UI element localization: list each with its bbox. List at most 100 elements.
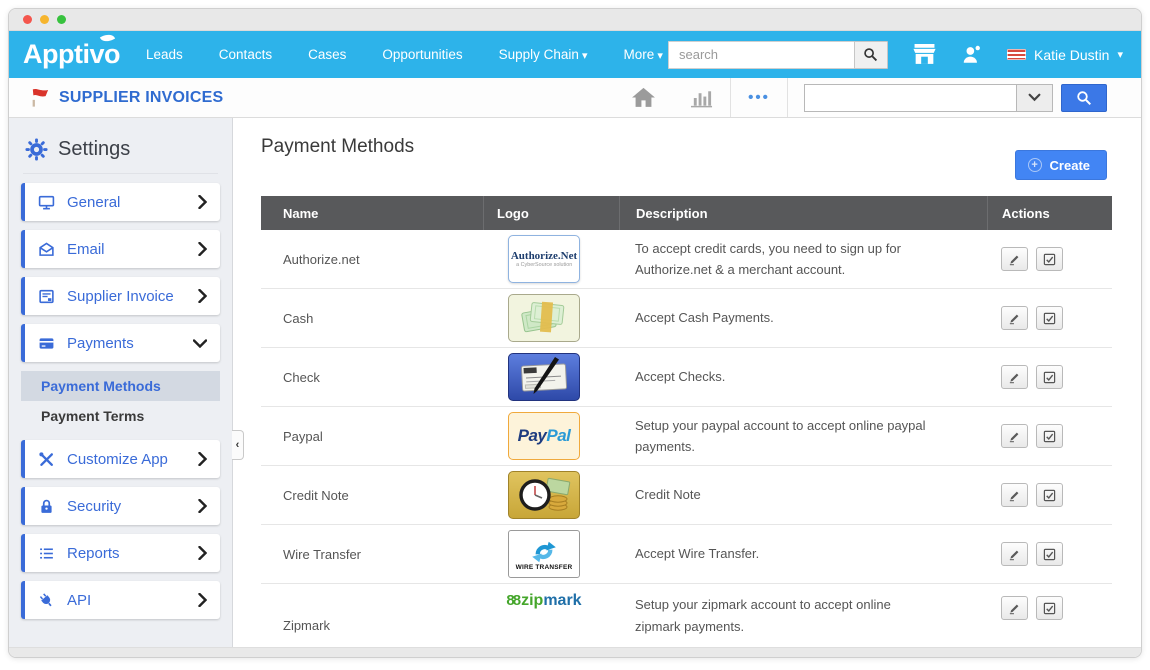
- top-navbar: Apptivo Leads Contacts Cases Opportuniti…: [9, 31, 1141, 78]
- monitor-icon: [38, 194, 55, 211]
- red-flag-icon: [29, 87, 50, 109]
- payment-description: Credit Note: [619, 484, 987, 505]
- search-icon: [863, 47, 878, 62]
- tools-icon: [38, 451, 55, 468]
- toggle-enabled-button[interactable]: [1036, 365, 1063, 389]
- toggle-enabled-button[interactable]: [1036, 483, 1063, 507]
- user-management-button[interactable]: [961, 44, 983, 65]
- edit-button[interactable]: [1001, 596, 1028, 620]
- sidebar-item-label: Customize App: [67, 451, 168, 468]
- apptivo-logo[interactable]: Apptivo: [23, 39, 120, 70]
- toggle-enabled-button[interactable]: [1036, 596, 1063, 620]
- logo-text: Pal: [546, 426, 570, 445]
- checkbox-checked-icon: [1043, 253, 1056, 266]
- user-menu[interactable]: Katie Dustin: [1007, 47, 1123, 63]
- main-content: Payment Methods + Create Name Logo Descr…: [233, 118, 1141, 647]
- sidebar-item-email[interactable]: Email: [21, 230, 220, 268]
- zoom-window-button[interactable]: [57, 15, 66, 24]
- nav-item-supply-chain[interactable]: Supply Chain: [499, 47, 588, 62]
- sidebar-item-label: API: [67, 592, 91, 609]
- sidebar-item-api[interactable]: API: [21, 581, 220, 619]
- sidebar-subitem-payment-terms[interactable]: Payment Terms: [9, 401, 232, 431]
- edit-button[interactable]: [1001, 247, 1028, 271]
- sidebar-item-label: General: [67, 194, 120, 211]
- payment-description: Accept Checks.: [619, 366, 987, 387]
- wire-transfer-logo: WIRE TRANSFER: [508, 530, 580, 578]
- app-search: [804, 84, 1053, 112]
- sidebar-item-security[interactable]: Security: [21, 487, 220, 525]
- search-filter-dropdown[interactable]: [1016, 84, 1053, 112]
- app-store-button[interactable]: [912, 44, 937, 65]
- app-search-button[interactable]: [1061, 84, 1107, 112]
- nav-item-contacts[interactable]: Contacts: [219, 47, 272, 62]
- reports-chart-button[interactable]: [673, 78, 730, 117]
- payment-logo-cell: [483, 471, 619, 519]
- payment-methods-table: Name Logo Description Actions Authorize.…: [261, 196, 1112, 647]
- sidebar-item-payments[interactable]: Payments: [21, 324, 220, 362]
- payment-logo-cell: PayPal: [483, 412, 619, 460]
- invoice-icon: [38, 288, 55, 305]
- global-search: [668, 41, 888, 69]
- nav-item-more[interactable]: More: [624, 47, 663, 62]
- sidebar-collapse-handle[interactable]: ‹: [232, 430, 244, 460]
- main-menu: Leads Contacts Cases Opportunities Suppl…: [146, 47, 663, 62]
- sidebar-item-supplier-invoice[interactable]: Supplier Invoice: [21, 277, 220, 315]
- chevron-right-icon: [198, 242, 207, 256]
- checkbox-checked-icon: [1043, 430, 1056, 443]
- check-logo: [508, 353, 580, 401]
- user-name: Katie Dustin: [1034, 47, 1109, 63]
- global-search-input[interactable]: [668, 41, 854, 69]
- row-actions: [987, 247, 1112, 271]
- user-icon: [961, 44, 983, 65]
- nav-item-cases[interactable]: Cases: [308, 47, 346, 62]
- settings-title: Settings: [58, 138, 130, 161]
- close-window-button[interactable]: [23, 15, 32, 24]
- nav-item-opportunities[interactable]: Opportunities: [382, 47, 462, 62]
- chevron-right-icon: [198, 195, 207, 209]
- column-header-name: Name: [261, 196, 483, 230]
- edit-button[interactable]: [1001, 483, 1028, 507]
- edit-button[interactable]: [1001, 365, 1028, 389]
- zipmark-logo: 88 zip mark: [506, 592, 581, 610]
- create-button[interactable]: + Create: [1015, 150, 1107, 180]
- app-search-input[interactable]: [804, 84, 1016, 112]
- home-icon: [631, 87, 656, 108]
- home-button[interactable]: [614, 78, 673, 117]
- column-header-logo: Logo: [483, 196, 619, 230]
- payment-description: Setup your paypal account to accept onli…: [619, 415, 987, 458]
- logo-text: mark: [543, 592, 581, 610]
- toggle-enabled-button[interactable]: [1036, 424, 1063, 448]
- toggle-enabled-button[interactable]: [1036, 247, 1063, 271]
- chevron-right-icon: [198, 593, 207, 607]
- table-row: Credit Note Credit Note: [261, 466, 1112, 525]
- sidebar-item-general[interactable]: General: [21, 183, 220, 221]
- envelope-icon: [38, 241, 55, 258]
- global-search-button[interactable]: [854, 41, 888, 69]
- edit-button[interactable]: [1001, 542, 1028, 566]
- edit-button[interactable]: [1001, 306, 1028, 330]
- logo-glyph: 88: [506, 592, 519, 609]
- logo-caption: WIRE TRANSFER: [516, 564, 573, 571]
- toggle-enabled-button[interactable]: [1036, 306, 1063, 330]
- payment-logo-cell: WIRE TRANSFER: [483, 530, 619, 578]
- plug-icon: [38, 592, 55, 609]
- sidebar-subitem-payment-methods[interactable]: Payment Methods: [21, 371, 220, 401]
- navbar-right: Katie Dustin: [668, 41, 1123, 69]
- edit-button[interactable]: [1001, 424, 1028, 448]
- settings-heading: Settings: [23, 132, 218, 174]
- table-row: Check: [261, 348, 1112, 407]
- sidebar-item-customize-app[interactable]: Customize App: [21, 440, 220, 478]
- credit-card-icon: [38, 335, 55, 352]
- logo-text: zip: [521, 592, 543, 610]
- table-row: Paypal PayPal Setup your paypal account …: [261, 407, 1112, 466]
- more-options-button[interactable]: [730, 78, 788, 117]
- payment-description: Setup your zipmark account to accept onl…: [619, 594, 987, 647]
- chevron-right-icon: [198, 499, 207, 513]
- bar-chart-icon: [690, 88, 713, 108]
- toggle-enabled-button[interactable]: [1036, 542, 1063, 566]
- table-row: Wire Transfer WIRE TRANSFER Ac: [261, 525, 1112, 584]
- nav-item-leads[interactable]: Leads: [146, 47, 183, 62]
- checkbox-checked-icon: [1043, 548, 1056, 561]
- sidebar-item-reports[interactable]: Reports: [21, 534, 220, 572]
- minimize-window-button[interactable]: [40, 15, 49, 24]
